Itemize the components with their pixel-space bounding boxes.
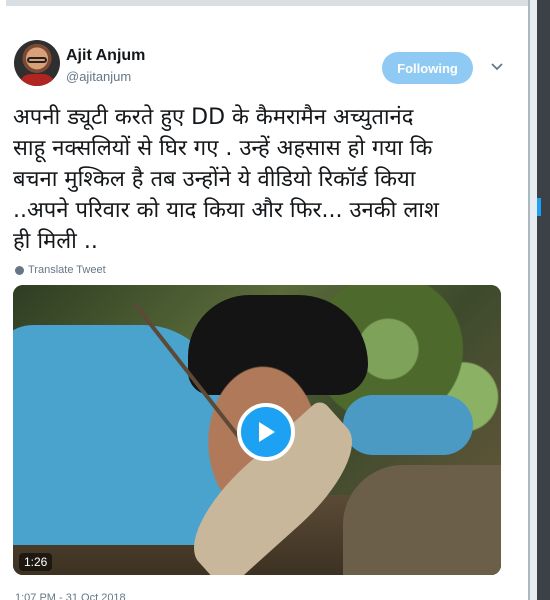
following-button[interactable]: Following <box>382 52 473 84</box>
right-divider <box>528 0 530 600</box>
tweet-timestamp[interactable]: 1:07 PM - 31 Oct 2018 <box>15 592 126 600</box>
avatar-glasses <box>27 57 47 63</box>
tweet-text: अपनी ड्यूटी करते हुए DD के कैमरामैन अच्य… <box>13 105 439 254</box>
avatar[interactable] <box>14 40 60 86</box>
avatar-shirt <box>19 74 55 86</box>
video-ground-debris <box>343 465 501 575</box>
play-icon[interactable] <box>237 403 295 461</box>
chevron-down-icon[interactable] <box>488 59 506 75</box>
video-player[interactable]: 1:26 <box>13 285 501 575</box>
scrollbar-track[interactable] <box>537 0 550 600</box>
translate-tweet-link[interactable]: Translate Tweet <box>15 264 106 276</box>
video-subject-arm <box>343 395 473 455</box>
globe-icon <box>15 265 24 275</box>
translate-label: Translate Tweet <box>28 264 106 276</box>
author-handle[interactable]: @ajitanjum <box>66 69 131 84</box>
scrollbar-accent <box>537 198 541 216</box>
author-name[interactable]: Ajit Anjum <box>66 47 145 65</box>
video-duration: 1:26 <box>19 553 53 571</box>
tweet-card: Ajit Anjum @ajitanjum Following अपनी ड्य… <box>6 6 528 600</box>
